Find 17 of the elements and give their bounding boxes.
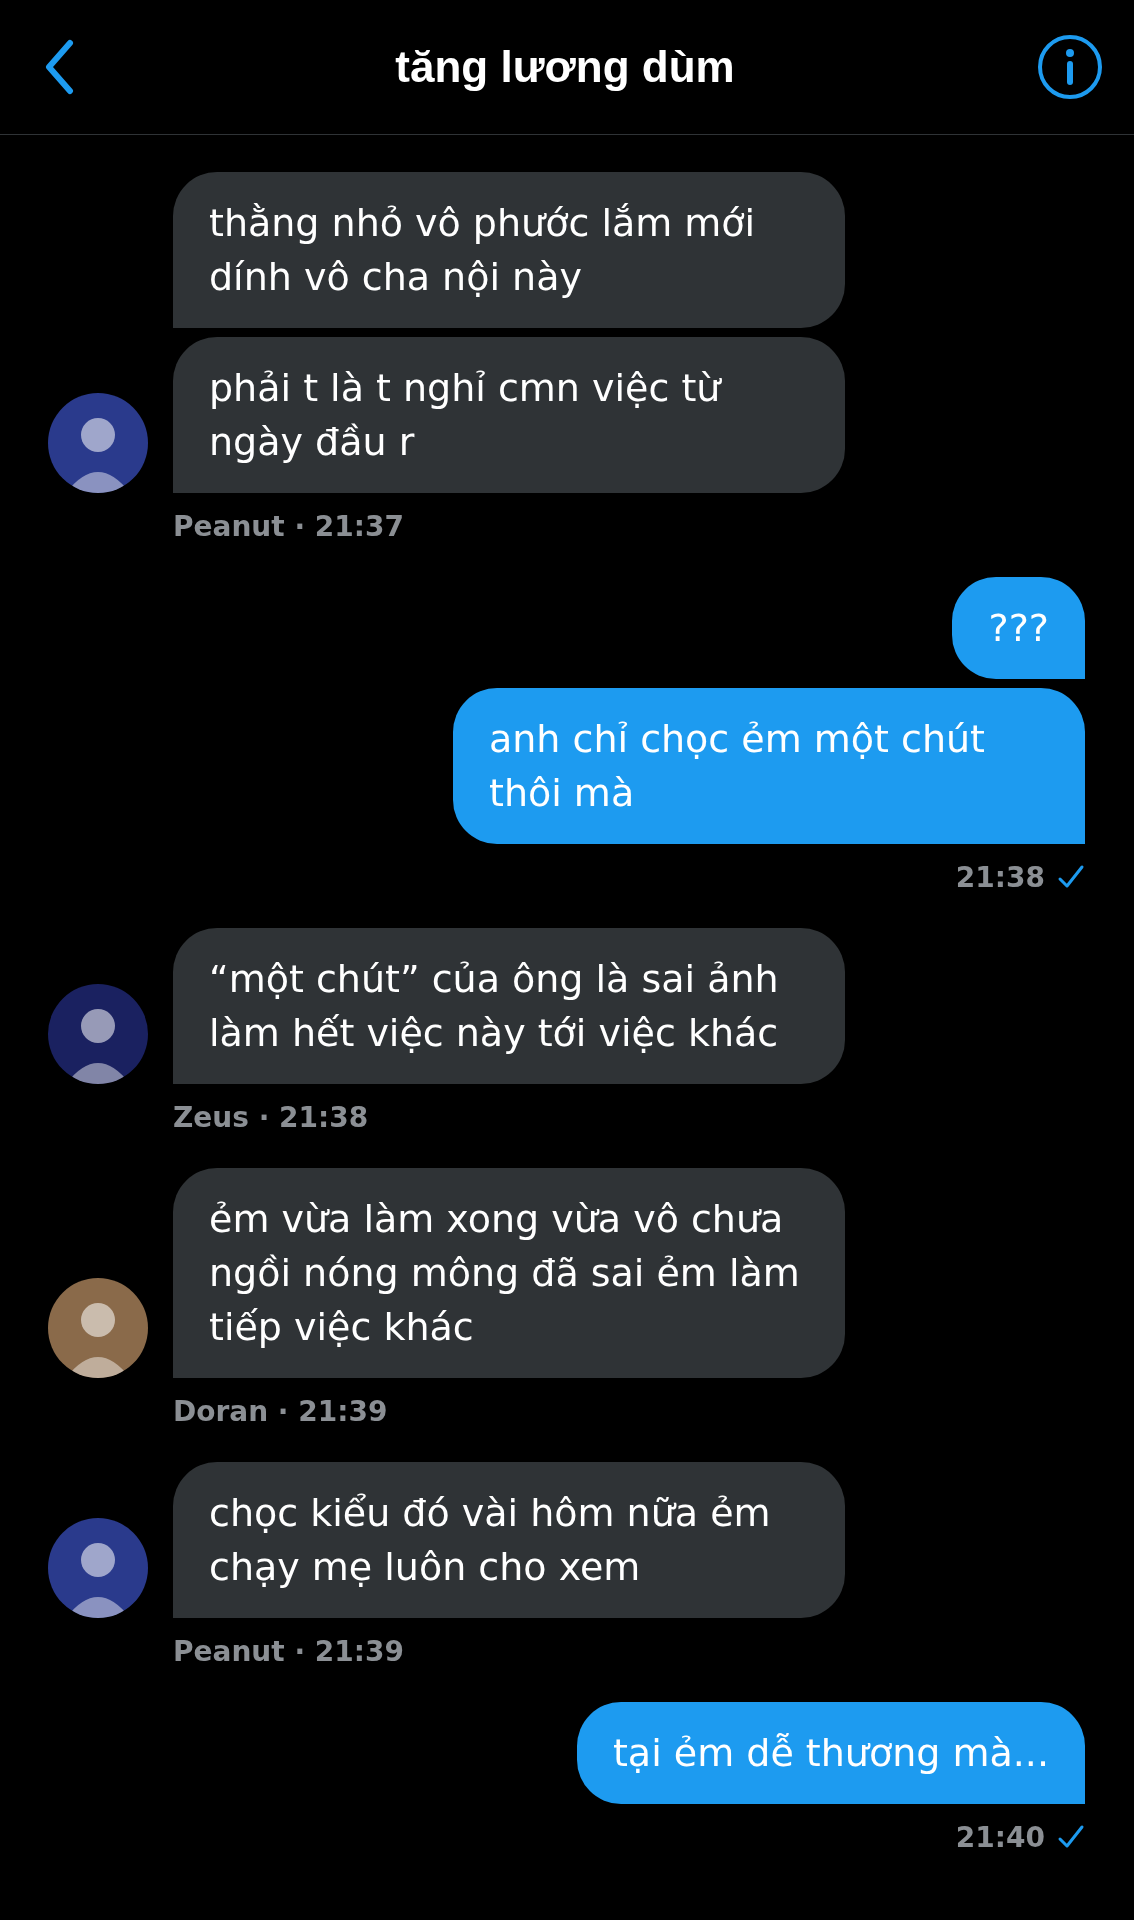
message-bubble: ???: [952, 577, 1085, 679]
message-bubble: chọc kiểu đó vài hôm nữa ẻm chạy mẹ luôn cho xem: [173, 1462, 845, 1618]
back-icon[interactable]: [44, 39, 74, 95]
message-bubble: anh chỉ chọc ẻm một chút thôi mà: [453, 688, 1085, 844]
timestamp: Peanut · 21:39: [173, 1634, 404, 1668]
timestamp: 21:38: [955, 860, 1045, 894]
timestamp: 21:40: [955, 1820, 1045, 1854]
timestamp: Doran · 21:39: [173, 1394, 388, 1428]
info-icon[interactable]: [1036, 33, 1104, 101]
message-bubble: thằng nhỏ vô phước lắm mới dính vô cha nội này: [173, 172, 845, 328]
message-bubble: tại ẻm dễ thương mà...: [576, 1702, 1085, 1804]
chat-title: tăng lương dùm: [394, 42, 735, 92]
message-bubble: “một chút” của ông là sai ảnh làm hết việc này tới việc khác: [173, 928, 845, 1084]
message-bubble: ẻm vừa làm xong vừa vô chưa ngồi nóng mông đã sai ẻm làm tiếp việc khác: [173, 1168, 845, 1378]
timestamp: Peanut · 21:37: [173, 509, 404, 543]
message-bubble: phải t là t nghỉ cmn việc từ ngày đầu r: [173, 337, 845, 493]
timestamp: Zeus · 21:38: [173, 1100, 369, 1134]
